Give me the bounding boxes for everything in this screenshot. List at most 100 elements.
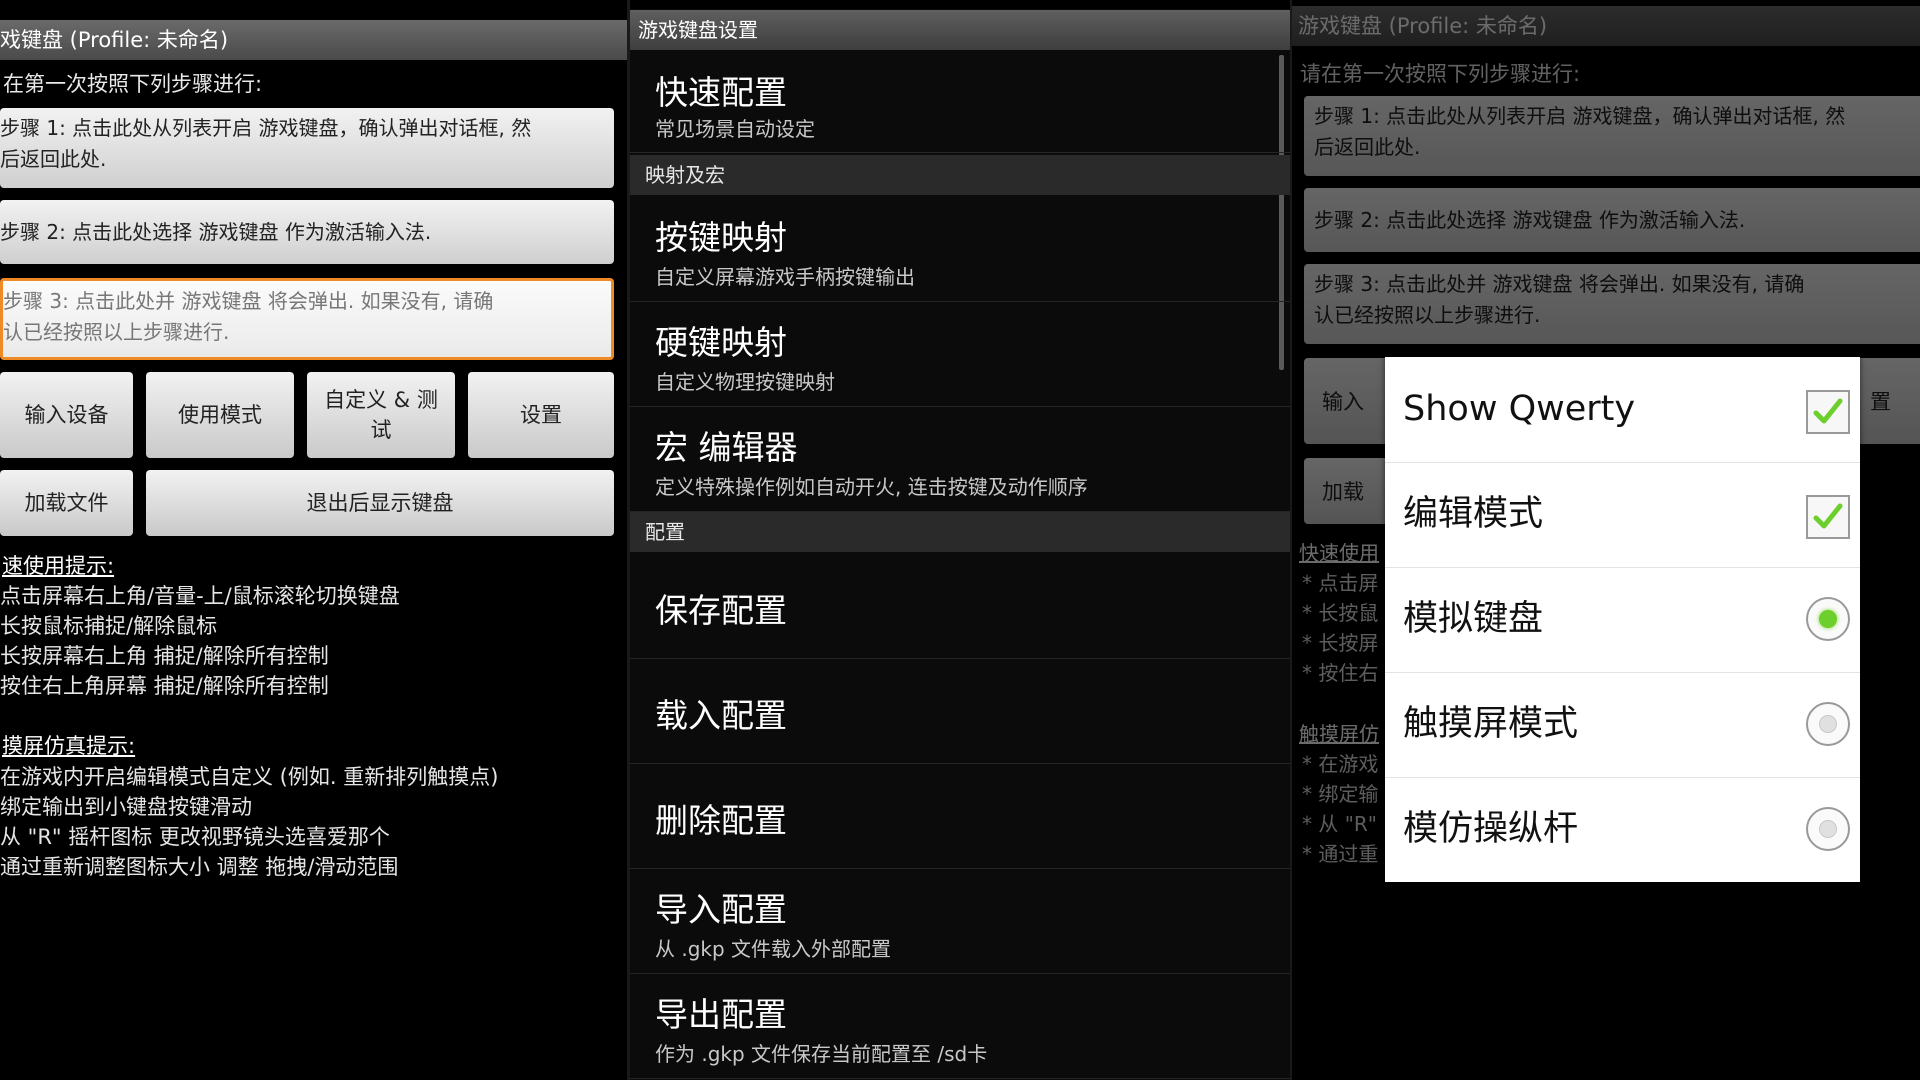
menu-item-export-config[interactable]: 导出配置 作为 .gkp 文件保存当前配置至 /sd卡 [630,974,1290,1079]
right-touch-tip: * 通过重 [1302,842,1379,866]
input-device-button[interactable]: 输入设备 [0,372,133,458]
option-touchscreen-mode[interactable]: 触摸屏模式 [1385,672,1860,778]
use-mode-button[interactable]: 使用模式 [146,372,294,458]
quick-tips-heading: 速使用提示: [2,554,115,578]
menu-item-title: 快速配置 [655,73,787,112]
left-title-bar: 戏键盘 (Profile: 未命名) [0,20,627,60]
touch-tip: 通过重新调整图标大小 调整 拖拽/滑动范围 [0,855,399,879]
settings-panel: 游戏键盘设置 快速配置 常见场景自动设定 映射及宏 按键映射 自定义屏幕游戏手柄… [630,0,1290,1080]
step-2-button[interactable]: 步骤 2: 点击此处选择 游戏键盘 作为激活输入法. [0,200,614,264]
menu-item-title: 载入配置 [655,696,787,735]
right-step-1-line2: 后返回此处. [1314,135,1421,159]
show-qwerty-checkbox[interactable] [1806,390,1850,434]
right-title-bar: 游戏键盘 (Profile: 未命名) [1292,6,1920,46]
step-3-button[interactable]: 步骤 3: 点击此处并 游戏键盘 将会弹出. 如果没有, 请确 认已经按照以上步… [0,278,614,360]
right-step-1-button[interactable]: 步骤 1: 点击此处从列表开启 游戏键盘，确认弹出对话框, 然 后返回此处. [1304,96,1920,176]
right-step-3-line2: 认已经按照以上步骤进行. [1314,303,1541,327]
section-header-config: 配置 [630,512,1290,552]
step-1-button[interactable]: 步骤 1: 点击此处从列表开启 游戏键盘，确认弹出对话框, 然 后返回此处. [0,108,614,188]
custom-test-label-1: 自定义 & 测 [324,388,438,412]
menu-item-subtitle: 从 .gkp 文件载入外部配置 [655,937,892,961]
right-touch-tip: * 在游戏 [1302,752,1379,776]
menu-item-subtitle: 自定义物理按键映射 [655,370,835,394]
option-edit-mode[interactable]: 编辑模式 [1385,462,1860,568]
radio-selected-dot [1819,610,1837,628]
menu-item-quick-config[interactable]: 快速配置 常见场景自动设定 [630,52,1290,153]
menu-item-title: 宏 编辑器 [655,428,798,467]
right-step-3-button[interactable]: 步骤 3: 点击此处并 游戏键盘 将会弹出. 如果没有, 请确 认已经按照以上步… [1304,264,1920,344]
option-label: 模拟键盘 [1403,599,1544,639]
right-quick-tips-heading: 快速使用 [1299,541,1379,565]
right-step-1-line1: 步骤 1: 点击此处从列表开启 游戏键盘，确认弹出对话框, 然 [1314,104,1846,128]
right-touch-tips-heading: 触摸屏仿 [1299,722,1379,746]
radio-unselected-dot [1819,715,1837,733]
left-instruction: 在第一次按照下列步骤进行: [3,72,263,96]
right-quick-tip: * 长按屏 [1302,631,1379,655]
show-keyboard-after-exit-button[interactable]: 退出后显示键盘 [146,470,614,536]
menu-item-subtitle: 常见场景自动设定 [655,117,815,141]
right-touch-tip: * 绑定输 [1302,782,1379,806]
option-simulate-keyboard[interactable]: 模拟键盘 [1385,567,1860,673]
status-bar [630,0,1290,9]
option-label: 编辑模式 [1403,494,1544,534]
checkmark-icon [1813,503,1843,529]
left-title: 戏键盘 (Profile: 未命名) [0,28,229,52]
load-file-button[interactable]: 加载文件 [0,470,133,536]
quick-tip: 长按鼠标捕捉/解除鼠标 [0,614,218,638]
custom-test-button[interactable]: 自定义 & 测 试 [307,372,455,458]
menu-item-subtitle: 作为 .gkp 文件保存当前配置至 /sd卡 [655,1042,988,1066]
option-label: 模仿操纵杆 [1403,809,1579,849]
menu-item-macro-editor[interactable]: 宏 编辑器 定义特殊操作例如自动开火, 连击按键及动作顺序 [630,407,1290,512]
quick-tip: 长按屏幕右上角 捕捉/解除所有控制 [0,644,329,668]
checkmark-icon [1813,398,1843,424]
simulate-keyboard-radio[interactable] [1806,597,1850,641]
option-label: Show Qwerty [1403,389,1636,429]
edit-mode-checkbox[interactable] [1806,495,1850,539]
menu-item-key-mapping[interactable]: 按键映射 自定义屏幕游戏手柄按键输出 [630,197,1290,302]
radio-unselected-dot [1819,820,1837,838]
menu-item-subtitle: 定义特殊操作例如自动开火, 连击按键及动作顺序 [655,475,1088,499]
right-touch-tip: * 从 "R" [1302,812,1378,836]
right-step-2-button[interactable]: 步骤 2: 点击此处选择 游戏键盘 作为激活输入法. [1304,188,1920,252]
custom-test-label-2: 试 [370,418,392,442]
joystick-mode-radio[interactable] [1806,807,1850,851]
settings-title-bar: 游戏键盘设置 [630,10,1290,50]
menu-item-title: 导入配置 [655,890,787,929]
section-header-mapping: 映射及宏 [630,155,1290,195]
right-title: 游戏键盘 (Profile: 未命名) [1298,14,1548,38]
option-joystick-mode[interactable]: 模仿操纵杆 [1385,777,1860,882]
step-1-line2: 后返回此处. [0,147,107,171]
menu-item-subtitle: 自定义屏幕游戏手柄按键输出 [655,265,915,289]
settings-title: 游戏键盘设置 [638,18,758,42]
mode-selection-dialog: Show Qwerty 编辑模式 模拟键盘 触摸屏模式 模仿操纵杆 [1385,357,1860,882]
step-2-line1: 步骤 2: 点击此处选择 游戏键盘 作为激活输入法. [0,220,432,244]
right-quick-tip: * 按住右 [1302,661,1379,685]
menu-item-title: 按键映射 [655,218,787,257]
option-label: 触摸屏模式 [1403,704,1579,744]
touch-tip: 从 "R" 摇杆图标 更改视野镜头选喜爱那个 [0,825,390,849]
menu-item-title: 导出配置 [655,995,787,1034]
left-panel: 戏键盘 (Profile: 未命名) 在第一次按照下列步骤进行: 步骤 1: 点… [0,0,627,1080]
right-quick-tip: * 长按鼠 [1302,601,1379,625]
menu-item-load-config[interactable]: 载入配置 [630,659,1290,764]
step-3-line1: 步骤 3: 点击此处并 游戏键盘 将会弹出. 如果没有, 请确 [3,289,494,313]
menu-item-delete-config[interactable]: 删除配置 [630,764,1290,869]
right-instruction: 请在第一次按照下列步骤进行: [1300,62,1581,86]
step-3-line2: 认已经按照以上步骤进行. [3,320,230,344]
right-step-3-line1: 步骤 3: 点击此处并 游戏键盘 将会弹出. 如果没有, 请确 [1314,272,1805,296]
option-show-qwerty[interactable]: Show Qwerty [1385,357,1860,463]
touch-tip: 在游戏内开启编辑模式自定义 (例如. 重新排列触摸点) [0,765,499,789]
right-step-2-line1: 步骤 2: 点击此处选择 游戏键盘 作为激活输入法. [1314,208,1746,232]
menu-item-save-config[interactable]: 保存配置 [630,554,1290,659]
touchscreen-mode-radio[interactable] [1806,702,1850,746]
touch-tip: 绑定输出到小键盘按键滑动 [0,795,252,819]
quick-tip: 点击屏幕右上角/音量-上/鼠标滚轮切换键盘 [0,584,400,608]
menu-item-title: 保存配置 [655,591,787,630]
menu-item-hardkey-mapping[interactable]: 硬键映射 自定义物理按键映射 [630,302,1290,407]
menu-item-title: 硬键映射 [655,323,787,362]
settings-button[interactable]: 设置 [468,372,614,458]
right-quick-tip: * 点击屏 [1302,571,1379,595]
menu-item-title: 删除配置 [655,801,787,840]
quick-tip: 按住右上角屏幕 捕捉/解除所有控制 [0,674,329,698]
menu-item-import-config[interactable]: 导入配置 从 .gkp 文件载入外部配置 [630,869,1290,974]
